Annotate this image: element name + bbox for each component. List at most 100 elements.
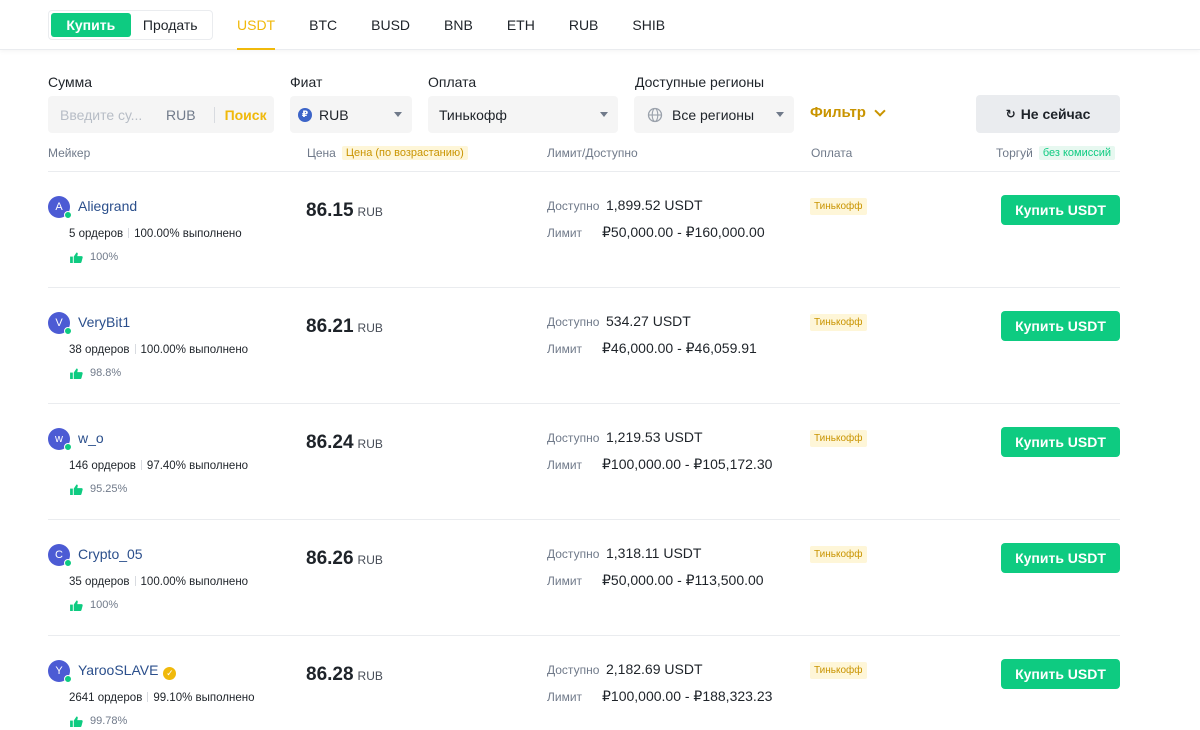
payment-select[interactable]: Тинькофф bbox=[428, 96, 618, 133]
offer-row: V VeryBit1 38 ордеров 100.00% выполнено 98.8… bbox=[48, 288, 1120, 404]
price: 86.28 RUB bbox=[306, 664, 383, 686]
limit-label: Лимит bbox=[547, 690, 583, 704]
payment-value: Тинькофф bbox=[439, 106, 507, 123]
divider bbox=[213, 106, 215, 123]
available-amount: 1,899.52 USDT bbox=[606, 197, 703, 213]
fiat-select[interactable]: ₽ RUB bbox=[290, 96, 412, 133]
avatar[interactable]: V bbox=[48, 312, 72, 335]
tab-bnb[interactable]: BNB bbox=[427, 0, 490, 50]
merchant-name[interactable]: YarooSLAVE ✓ bbox=[78, 662, 177, 680]
thumbs-up-icon bbox=[70, 251, 83, 263]
avatar[interactable]: C bbox=[48, 544, 72, 567]
price: 86.21 RUB bbox=[306, 316, 383, 338]
search-button[interactable]: Поиск bbox=[225, 107, 267, 123]
amount-label: Сумма bbox=[48, 74, 92, 90]
avatar[interactable]: w bbox=[48, 428, 72, 451]
order-count: 146 ордеров bbox=[69, 460, 136, 472]
divider bbox=[134, 576, 136, 586]
completion-rate: 100.00% выполнено bbox=[140, 344, 249, 356]
caret-down-icon bbox=[394, 112, 402, 117]
available-label: Доступно bbox=[547, 431, 600, 445]
buy-usdt-button[interactable]: Купить USDT bbox=[1001, 195, 1120, 225]
merchant-name[interactable]: Crypto_05 bbox=[78, 546, 143, 562]
filter-button[interactable]: Фильтр bbox=[810, 104, 886, 121]
amount-input[interactable] bbox=[60, 106, 160, 123]
merchant-rating: 100% bbox=[70, 251, 118, 263]
regions-label: Доступные регионы bbox=[635, 74, 765, 90]
online-status-dot bbox=[64, 327, 72, 335]
merchant-name[interactable]: Aliegrand bbox=[78, 198, 137, 214]
refresh-icon: ↻ bbox=[1005, 107, 1016, 121]
tab-usdt[interactable]: USDT bbox=[220, 0, 292, 50]
regions-value: Все регионы bbox=[672, 106, 755, 123]
caret-down-icon bbox=[776, 112, 784, 117]
limit-range: ₽100,000.00 - ₽105,172.30 bbox=[602, 456, 773, 472]
payment-method-tag: Тинькофф bbox=[810, 546, 867, 563]
caret-down-icon bbox=[600, 112, 608, 117]
offer-row: A Aliegrand 5 ордеров 100.00% выполнено 100%… bbox=[48, 172, 1120, 288]
column-header-limit: Лимит/Доступно bbox=[547, 146, 638, 160]
online-status-dot bbox=[64, 211, 72, 219]
limit-range: ₽100,000.00 - ₽188,323.23 bbox=[602, 688, 773, 704]
tab-shib[interactable]: SHIB bbox=[615, 0, 682, 50]
thumbs-up-icon bbox=[70, 599, 83, 611]
tab-rub[interactable]: RUB bbox=[552, 0, 616, 50]
fiat-label: Фиат bbox=[290, 74, 323, 90]
online-status-dot bbox=[64, 675, 72, 683]
merchant-stats: 38 ордеров 100.00% выполнено bbox=[69, 344, 248, 356]
avatar[interactable]: A bbox=[48, 196, 72, 219]
available-label: Доступно bbox=[547, 199, 600, 213]
buy-side-button[interactable]: Купить bbox=[51, 13, 131, 37]
price-unit: RUB bbox=[357, 553, 383, 567]
not-now-button[interactable]: ↻ Не сейчас bbox=[976, 95, 1120, 133]
limit-range: ₽50,000.00 - ₽113,500.00 bbox=[602, 572, 764, 588]
limit-range: ₽46,000.00 - ₽46,059.91 bbox=[602, 340, 757, 356]
offer-row: Y YarooSLAVE ✓ 2641 ордеров 99.10% выполнено… bbox=[48, 636, 1120, 730]
regions-select[interactable]: Все регионы bbox=[634, 96, 794, 133]
price-unit: RUB bbox=[357, 437, 383, 451]
thumbs-up-icon bbox=[70, 715, 83, 727]
price-unit: RUB bbox=[357, 669, 383, 683]
merchant-stats: 2641 ордеров 99.10% выполнено bbox=[69, 692, 254, 704]
tab-eth[interactable]: ETH bbox=[490, 0, 552, 50]
divider bbox=[134, 344, 136, 354]
price: 86.24 RUB bbox=[306, 432, 383, 454]
price-value: 86.15 bbox=[306, 200, 354, 221]
offer-row: w w_o 146 ордеров 97.40% выполнено 95.25% 86.… bbox=[48, 404, 1120, 520]
top-bar: Купить Продать USDT BTC BUSD BNB ETH RUB… bbox=[0, 0, 1200, 50]
amount-field: RUB Поиск bbox=[48, 96, 274, 133]
tab-busd[interactable]: BUSD bbox=[354, 0, 427, 50]
price-unit: RUB bbox=[357, 321, 383, 335]
offer-row: C Crypto_05 35 ордеров 100.00% выполнено 100… bbox=[48, 520, 1120, 636]
globe-icon bbox=[647, 107, 663, 122]
tab-btc[interactable]: BTC bbox=[292, 0, 354, 50]
merchant-name[interactable]: w_o bbox=[78, 430, 104, 446]
divider bbox=[147, 692, 149, 702]
divider bbox=[140, 460, 142, 470]
payment-method-tag: Тинькофф bbox=[810, 430, 867, 447]
positive-rating: 100% bbox=[90, 599, 119, 611]
buy-usdt-button[interactable]: Купить USDT bbox=[1001, 543, 1120, 573]
completion-rate: 97.40% выполнено bbox=[146, 460, 249, 472]
buy-usdt-button[interactable]: Купить USDT bbox=[1001, 427, 1120, 457]
column-header-trade: Торгуй без комиссий bbox=[996, 146, 1116, 160]
buy-usdt-button[interactable]: Купить USDT bbox=[1001, 659, 1120, 689]
available-amount: 2,182.69 USDT bbox=[606, 661, 703, 677]
available-label: Доступно bbox=[547, 315, 600, 329]
zero-fee-tag: без комиссий bbox=[1038, 146, 1116, 160]
sell-side-button[interactable]: Продать bbox=[131, 13, 211, 37]
buy-usdt-button[interactable]: Купить USDT bbox=[1001, 311, 1120, 341]
column-header-price: Цена Цена (по возрастанию) bbox=[307, 146, 468, 160]
filter-label: Фильтр bbox=[810, 104, 866, 121]
merchant-name[interactable]: VeryBit1 bbox=[78, 314, 130, 330]
order-count: 2641 ордеров bbox=[69, 692, 143, 704]
price: 86.15 RUB bbox=[306, 200, 383, 222]
limit-label: Лимит bbox=[547, 226, 583, 240]
price-sort-tag[interactable]: Цена (по возрастанию) bbox=[341, 146, 468, 160]
avatar[interactable]: Y bbox=[48, 660, 72, 683]
amount-currency: RUB bbox=[166, 106, 196, 123]
column-header-payment: Оплата bbox=[811, 146, 853, 160]
merchant-stats: 35 ордеров 100.00% выполнено bbox=[69, 576, 248, 588]
completion-rate: 100.00% выполнено bbox=[134, 228, 242, 240]
merchant-rating: 95.25% bbox=[70, 483, 127, 495]
